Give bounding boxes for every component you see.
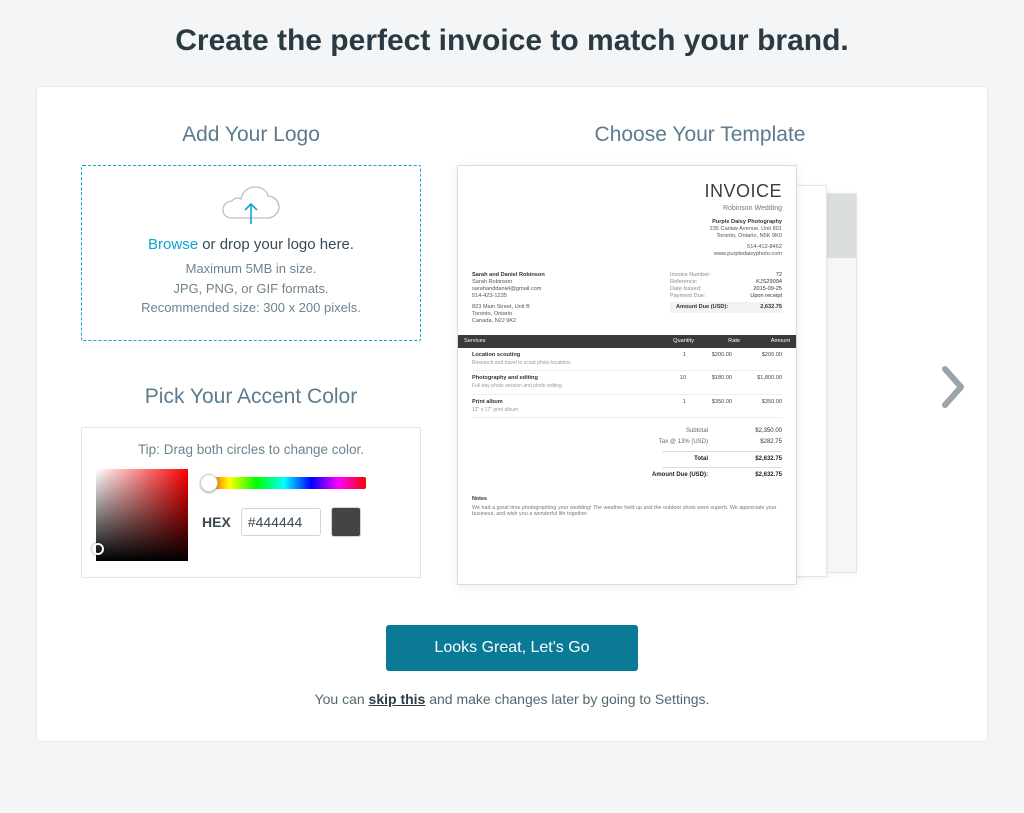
- notes-body: We had a great time photographing your w…: [472, 505, 782, 519]
- tax-val: $282.75: [732, 439, 782, 447]
- bill-addr3: Canada, N2J 9K2: [472, 318, 545, 325]
- template-heading: Choose Your Template: [457, 123, 943, 147]
- logo-heading: Add Your Logo: [81, 123, 421, 147]
- meta-due-label: Payment Due:: [670, 293, 705, 300]
- template-preview-current[interactable]: INVOICE Robinson Wedding Purple Daisy Ph…: [457, 165, 797, 585]
- meta-amountdue: 2,632.75: [760, 304, 782, 311]
- company-phone: 514-412-8462: [472, 244, 782, 251]
- bill-contact: Sarah Robinson: [472, 279, 545, 286]
- looks-great-button[interactable]: Looks Great, Let's Go: [386, 625, 637, 671]
- page-title: Create the perfect invoice to match your…: [36, 24, 988, 58]
- bill-addr2: Toronto, Ontario: [472, 311, 545, 318]
- table-row: Photography and editingFull-day photo se…: [472, 371, 782, 394]
- skip-pre: You can: [315, 691, 369, 707]
- line-qty: 1: [652, 399, 686, 413]
- th-qty: Quantity: [660, 338, 694, 345]
- line-amount: $200.00: [732, 352, 782, 366]
- line-desc: Full-day photo session and photo editing: [472, 383, 652, 389]
- line-amount: $1,800.00: [732, 375, 782, 389]
- line-rate: $200.00: [686, 352, 732, 366]
- cloud-upload-icon: [92, 186, 410, 228]
- hex-input[interactable]: [241, 508, 321, 536]
- upload-hint-1: Maximum 5MB in size.: [92, 259, 410, 279]
- line-title: Photography and editing: [472, 375, 652, 382]
- company-addr2: Toronto, Ontario, N5K 9K0: [472, 233, 782, 240]
- skip-line: You can skip this and make changes later…: [81, 691, 943, 707]
- line-rate: $180.00: [686, 375, 732, 389]
- hex-label: HEX: [202, 514, 231, 530]
- meta-ref-label: Reference:: [670, 279, 697, 286]
- due-label: Amount Due (USD):: [652, 472, 708, 480]
- logo-dropzone[interactable]: Browse or drop your logo here. Maximum 5…: [81, 165, 421, 341]
- color-heading: Pick Your Accent Color: [81, 385, 421, 409]
- meta-number: 72: [746, 272, 782, 279]
- upload-hint-3: Recommended size: 300 x 200 pixels.: [92, 298, 410, 318]
- meta-ref: KJS29094: [746, 279, 782, 286]
- company-site: www.purpledaisyphoto.com: [472, 251, 782, 258]
- invoice-title: INVOICE: [472, 180, 782, 203]
- meta-amountdue-label: Amount Due (USD):: [676, 304, 728, 311]
- skip-link[interactable]: skip this: [369, 691, 426, 707]
- line-rate: $350.00: [686, 399, 732, 413]
- notes-heading: Notes: [472, 496, 782, 503]
- total-label: Total: [694, 456, 708, 464]
- saturation-panel[interactable]: [96, 469, 188, 561]
- subtotal-val: $2,350.00: [732, 428, 782, 436]
- logo-drop-text: Browse or drop your logo here.: [92, 236, 410, 253]
- line-title: Location scouting: [472, 352, 652, 359]
- company-addr1: 235 Carlaw Avenue, Unit 801: [472, 226, 782, 233]
- bill-addr1: 823 Main Street, Unit B: [472, 304, 545, 311]
- table-row: Location scoutingResearch and travel to …: [472, 348, 782, 371]
- bill-name: Sarah and Daniel Robinson: [472, 272, 545, 279]
- th-service: Services: [464, 338, 660, 345]
- color-tip: Tip: Drag both circles to change color.: [96, 442, 406, 457]
- th-amount: Amount: [740, 338, 790, 345]
- meta-due: Upon receipt: [746, 293, 782, 300]
- color-picker-card: Tip: Drag both circles to change color.: [81, 427, 421, 578]
- line-qty: 1: [652, 352, 686, 366]
- saturation-handle-icon[interactable]: [92, 543, 104, 555]
- meta-date-label: Date Issued:: [670, 286, 701, 293]
- bill-phone: 514-423-1235: [472, 293, 545, 300]
- company-name: Purple Daisy Photography: [472, 219, 782, 226]
- due-val: $2,632.75: [732, 472, 782, 480]
- drop-suffix: or drop your logo here.: [198, 236, 354, 253]
- line-qty: 10: [652, 375, 686, 389]
- meta-date: 2015-09-25: [746, 286, 782, 293]
- line-title: Print album: [472, 399, 652, 406]
- table-row: Print album12" x 17" print album 1 $350.…: [472, 395, 782, 418]
- branding-card: Add Your Logo Browse or drop your logo h…: [36, 86, 988, 742]
- tax-label: Tax @ 13% (USD): [659, 439, 708, 447]
- skip-post: and make changes later by going to Setti…: [425, 691, 709, 707]
- next-template-button[interactable]: [939, 365, 969, 414]
- upload-hint-2: JPG, PNG, or GIF formats.: [92, 279, 410, 299]
- bill-email: sarahanddaniel@gmail.com: [472, 286, 545, 293]
- line-amount: $350.00: [732, 399, 782, 413]
- browse-link[interactable]: Browse: [148, 236, 198, 253]
- invoice-subtitle: Robinson Wedding: [472, 205, 782, 214]
- subtotal-label: Subtotal: [686, 428, 708, 436]
- line-desc: Research and travel to scout photo locat…: [472, 360, 652, 366]
- th-rate: Rate: [694, 338, 740, 345]
- hue-slider[interactable]: [202, 477, 366, 489]
- color-swatch: [331, 507, 361, 537]
- meta-number-label: Invoice Number:: [670, 272, 711, 279]
- total-val: $2,632.75: [732, 456, 782, 464]
- hue-handle-icon[interactable]: [200, 474, 218, 492]
- template-stage: INVOICE Robinson Wedding Purple Daisy Ph…: [457, 165, 943, 595]
- line-desc: 12" x 17" print album: [472, 407, 652, 413]
- chevron-right-icon: [939, 365, 969, 409]
